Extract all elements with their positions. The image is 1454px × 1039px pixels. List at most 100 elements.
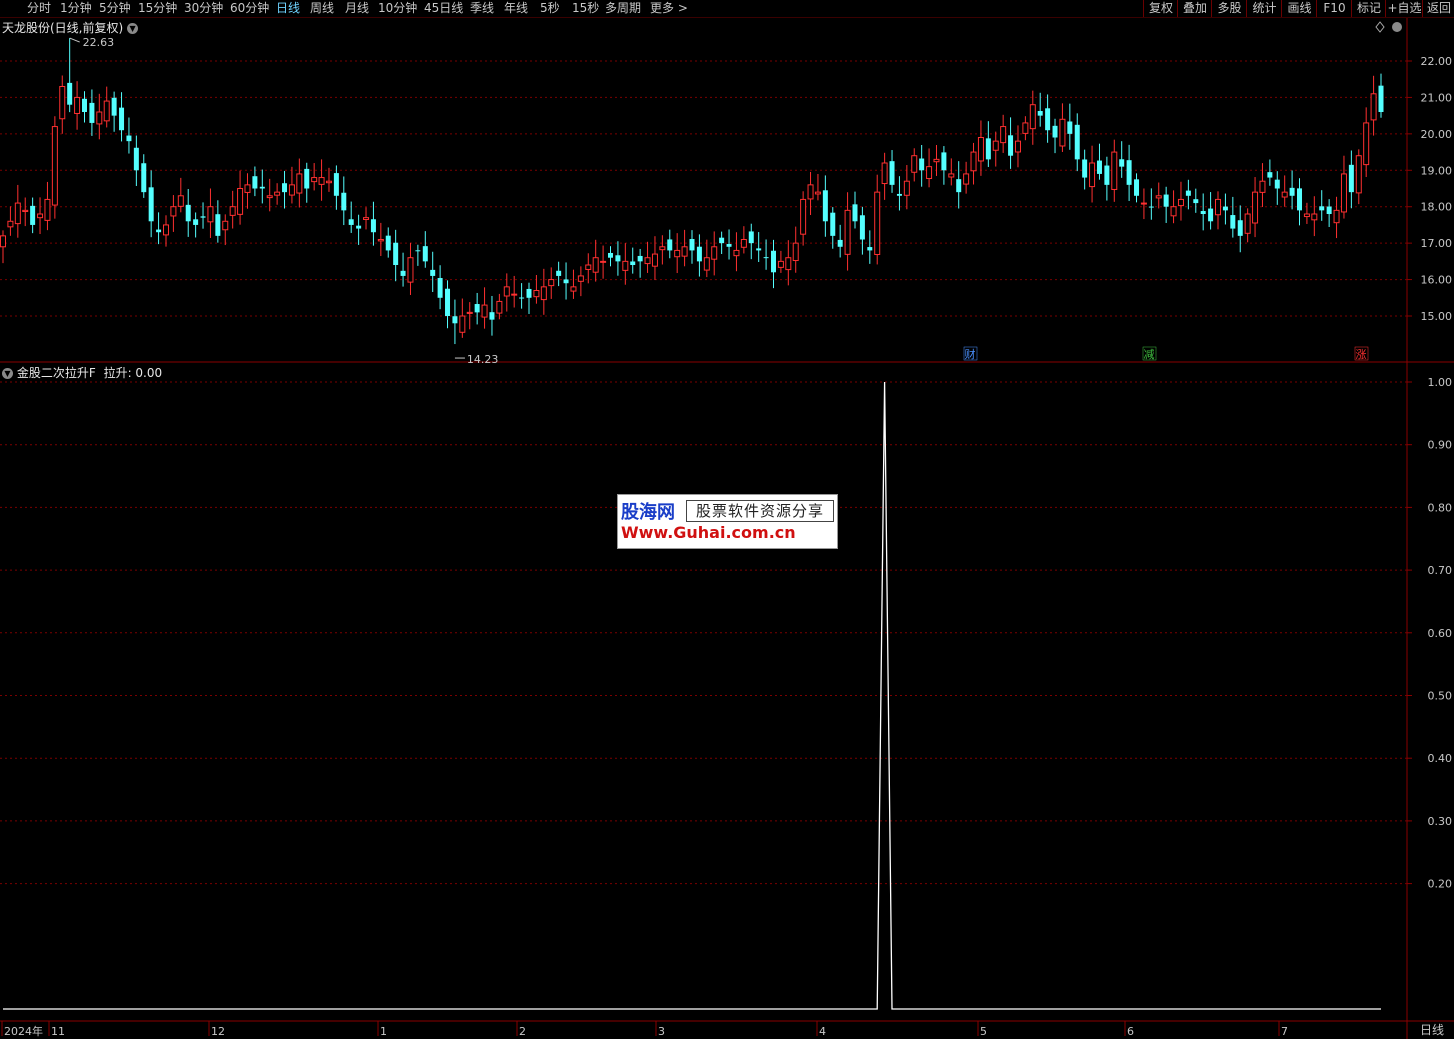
candle-body [511,293,518,296]
candle-body [215,214,221,236]
candle-body [1289,187,1295,196]
candle-body [659,246,666,251]
candle-body [1274,179,1280,189]
candle-body [103,100,110,122]
candle-body [185,204,191,222]
high-marker-arrow [69,37,80,43]
candle-body [600,260,607,263]
candle-body [356,225,362,229]
candle-body [1163,194,1169,207]
candle-body [896,193,902,196]
watermark: 股海网 股票软件资源分享 Www.Guhai.com.cn [617,494,838,549]
period-label[interactable]: 日线 [1410,1021,1454,1039]
candle-body [325,180,332,184]
candle-body [30,205,36,225]
candle-body [96,111,103,125]
candle-body [341,192,347,211]
candle-body [74,96,81,114]
candle-body [437,278,443,298]
date-label: 2024年 [4,1024,43,1038]
candle-body [615,255,621,262]
candle-body [415,250,421,252]
candle-body [1215,198,1222,216]
candle-body [1119,159,1125,167]
candle-body [814,191,821,195]
candle-body [1177,198,1184,207]
indicator-tick-label: 0.90 [1428,439,1453,452]
candle-body [992,140,999,151]
candle-body [844,209,851,255]
candle-body [852,204,858,222]
price-tick-label: 17.00 [1421,237,1453,250]
candle-body [1022,122,1029,134]
collapse-icon [1392,22,1402,32]
candle-body [14,202,21,225]
candle-body [1059,118,1066,147]
candle-body [452,316,458,324]
candle-body [148,187,154,222]
candle-body [874,191,881,255]
candle-body [377,239,384,242]
candle-body [259,186,265,189]
candle-body [1281,191,1288,198]
event-marker-label: 减 [1144,348,1155,361]
date-label: 12 [211,1025,225,1038]
candle-body [503,286,510,297]
candle-body [1052,125,1058,138]
candle-body [985,138,991,160]
price-tick-label: 21.00 [1421,91,1453,104]
candle-body [822,190,828,222]
candle-body [800,198,807,235]
price-tick-label: 18.00 [1421,201,1453,214]
candle-body [385,235,391,251]
candle-body [719,237,725,244]
candle-body [496,300,503,314]
candle-body [1089,162,1096,188]
candle-body [67,82,73,105]
watermark-url: Www.Guhai.com.cn [621,523,796,542]
candle-body [489,312,495,320]
candle-body [430,269,436,276]
candle-body [1319,206,1325,211]
candle-body [977,137,984,162]
candle-body [785,257,792,271]
date-label: 11 [51,1025,65,1038]
candle-body [1311,213,1318,221]
candle-body [1244,213,1251,234]
candle-body [585,264,592,270]
date-label: 5 [980,1025,987,1038]
event-marker-label: 财 [965,347,976,361]
candle-body [770,250,776,273]
candle-body [333,173,339,196]
candle-body [1126,160,1132,185]
candle-body [674,249,681,258]
candle-body [156,229,162,233]
candle-body [1208,208,1214,222]
candle-body [919,158,925,171]
candle-body [1037,110,1043,116]
indicator-tick-label: 0.20 [1428,878,1453,891]
candle-body [689,239,695,251]
price-tick-label: 22.00 [1421,55,1453,68]
candle-body [363,217,370,220]
candle-body [177,195,184,207]
candle-body [1230,215,1236,229]
date-label: 3 [658,1025,665,1038]
candle-body [1340,173,1347,213]
watermark-brand: 股海网 [621,502,675,523]
candle-body [1185,190,1191,196]
candle-body [570,286,577,292]
candle-body [1045,108,1051,131]
candle-body [1363,122,1370,166]
candle-body [592,257,599,273]
date-label: 6 [1127,1025,1134,1038]
candle-body [1252,191,1259,224]
candle-body [651,253,658,267]
candle-body [956,179,962,193]
candle-body [400,270,406,276]
date-label: 2 [519,1025,526,1038]
candle-body [207,206,214,223]
candle-body [540,286,547,301]
candle-body [807,184,814,200]
candle-body [1326,206,1332,214]
